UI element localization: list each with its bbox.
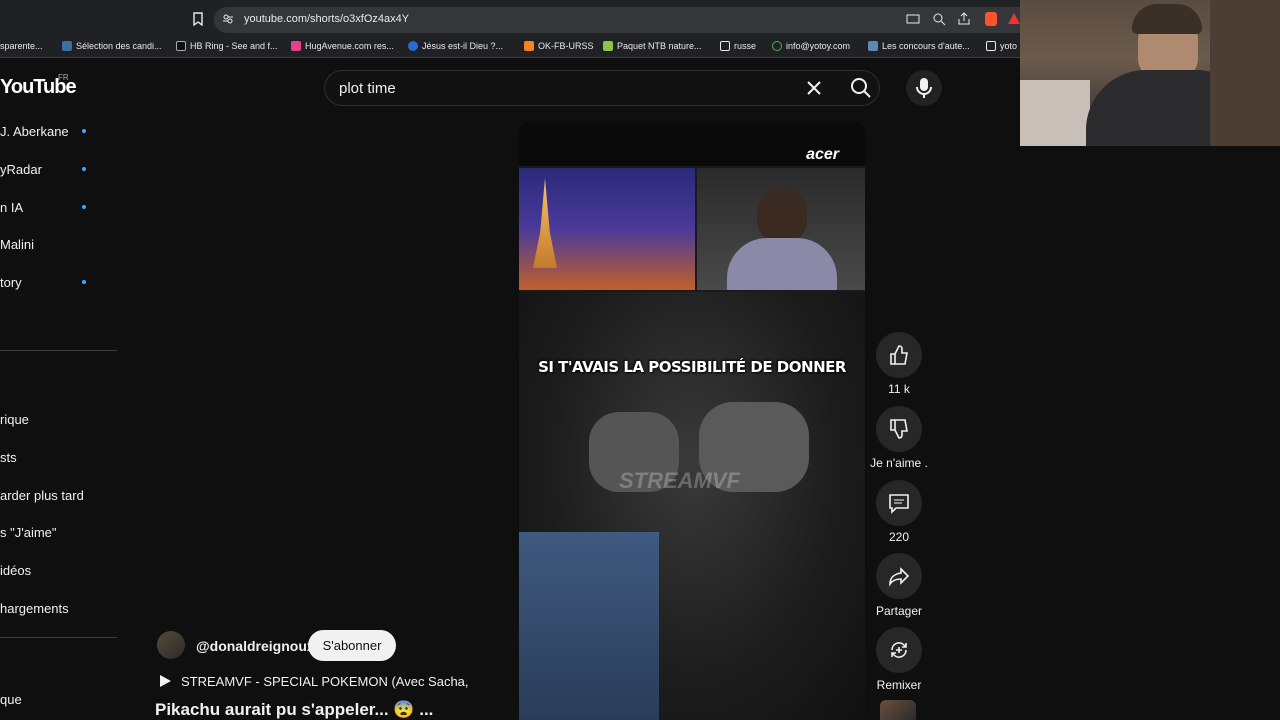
bookmark-item[interactable]: HugAvenue.com res...	[291, 41, 394, 51]
sidebar-subscription[interactable]: J. Aberkane	[0, 124, 69, 139]
video-watermark: STREAMVF	[619, 468, 740, 493]
bookmark-favicon-icon	[408, 41, 418, 51]
comments-button[interactable]	[876, 480, 922, 526]
channel-handle[interactable]: @donaldreignoux	[196, 638, 315, 654]
sidebar-subscription[interactable]: n IA	[0, 200, 23, 215]
region-code: FR	[58, 73, 69, 82]
video-subtitle[interactable]: STREAMVF - SPECIAL POKEMON (Avec Sacha,	[181, 674, 469, 689]
bookmark-folder[interactable]: russe	[720, 41, 756, 51]
leaf-favicon-icon	[603, 41, 613, 51]
sidebar-item-playlists[interactable]: sts	[0, 450, 17, 465]
video-title[interactable]: Pikachu aurait pu s'appeler... 😨 ...	[155, 700, 433, 720]
site-info-icon[interactable]	[222, 13, 234, 25]
video-panel-paris	[519, 168, 695, 290]
guest-head	[757, 188, 807, 244]
sound-thumbnail[interactable]	[880, 700, 916, 720]
video-caption: SI T'AVAIS LA POSSIBILITÉ DE DONNER	[538, 358, 846, 376]
webcam-background	[1210, 0, 1280, 146]
bookmark-item[interactable]: OK-FB-URSS	[524, 41, 594, 51]
new-content-dot	[82, 205, 86, 209]
folder-icon	[720, 41, 730, 51]
new-content-dot	[82, 129, 86, 133]
comment-count: 220	[888, 530, 910, 544]
shorts-video-player[interactable]: acer SI T'AVAIS LA POSSIBILITÉ DE DONNER…	[519, 122, 865, 720]
sidebar-item-liked[interactable]: s "J'aime"	[0, 525, 57, 540]
sidebar-item-your-videos[interactable]: idéos	[0, 563, 31, 578]
new-content-dot	[82, 280, 86, 284]
eiffel-tower-icon	[533, 178, 557, 268]
bookmark-item[interactable]: Sélection des candi...	[62, 41, 162, 51]
bookmark-icon[interactable]	[192, 12, 204, 26]
bookmark-favicon-icon	[176, 41, 186, 51]
share-page-icon[interactable]	[957, 12, 971, 26]
new-content-dot	[82, 167, 86, 171]
channel-avatar[interactable]	[157, 631, 185, 659]
sidebar-item[interactable]: que	[0, 692, 22, 707]
sidebar-subscription[interactable]: yRadar	[0, 162, 42, 177]
bookmark-folder[interactable]: yoto	[986, 41, 1017, 51]
sidebar-divider	[0, 637, 117, 638]
bookmark-favicon-icon	[62, 41, 72, 51]
remix-label: Remixer	[876, 678, 922, 692]
bookmark-item[interactable]: Les concours d'aute...	[868, 41, 970, 51]
sidebar-item-history[interactable]: rique	[0, 412, 29, 427]
microphone-icon	[916, 78, 932, 98]
bookmark-favicon-icon	[524, 41, 534, 51]
search-button[interactable]	[842, 70, 880, 106]
sidebar-item-downloads[interactable]: hargements	[0, 601, 69, 616]
folder-icon	[986, 41, 996, 51]
heart-favicon-icon	[291, 41, 301, 51]
bookmark-item[interactable]: info@yotoy.com	[772, 41, 850, 51]
play-icon[interactable]	[158, 674, 172, 688]
webcam-background	[1020, 80, 1090, 146]
voice-search-button[interactable]	[906, 70, 942, 106]
sidebar-item-watch-later[interactable]: arder plus tard	[0, 488, 84, 503]
sidebar-subscription[interactable]: tory	[0, 275, 22, 290]
zoom-icon[interactable]	[932, 12, 946, 26]
webcam-person-hair	[1132, 4, 1202, 34]
bookmark-favicon-icon	[772, 41, 782, 51]
screen-cast-icon[interactable]	[906, 12, 920, 26]
thumbs-down-icon	[890, 419, 908, 439]
search-input[interactable]	[324, 70, 842, 106]
guest-legs	[519, 532, 659, 720]
guest-body	[727, 238, 837, 290]
brave-shield-icon[interactable]	[985, 12, 997, 26]
like-count: 11 k	[888, 382, 910, 396]
subscribe-button[interactable]: S'abonner	[308, 630, 396, 661]
sidebar-divider	[0, 350, 117, 351]
thumbs-up-icon	[890, 345, 908, 365]
url-text[interactable]: youtube.com/shorts/o3xfOz4ax4Y	[244, 13, 409, 25]
share-icon	[889, 567, 910, 587]
share-button[interactable]	[876, 553, 922, 599]
like-button[interactable]	[876, 332, 922, 378]
dislike-button[interactable]	[876, 406, 922, 452]
bookmark-item[interactable]: Jésus est-il Dieu ?...	[408, 41, 503, 51]
video-studio-scene	[519, 292, 865, 720]
webcam-overlay	[1020, 0, 1280, 146]
sidebar-subscription[interactable]: Malini	[0, 237, 34, 252]
share-label: Partager	[875, 604, 923, 618]
bookmark-favicon-icon	[868, 41, 878, 51]
remix-button[interactable]	[876, 627, 922, 673]
dislike-label: Je n'aime .	[870, 456, 928, 470]
video-panel-guest	[697, 168, 865, 290]
remix-icon	[891, 642, 907, 658]
bookmark-item[interactable]: Paquet NTB nature...	[603, 41, 702, 51]
comment-icon	[889, 494, 909, 514]
bookmark-item[interactable]: sparente...	[0, 41, 43, 51]
search-icon	[850, 78, 871, 98]
bookmark-item[interactable]: HB Ring - See and f...	[176, 41, 278, 51]
acer-logo: acer	[806, 146, 839, 163]
close-icon[interactable]	[804, 78, 824, 98]
brave-rewards-icon[interactable]	[1008, 13, 1020, 24]
search-query[interactable]: plot time	[339, 80, 396, 97]
